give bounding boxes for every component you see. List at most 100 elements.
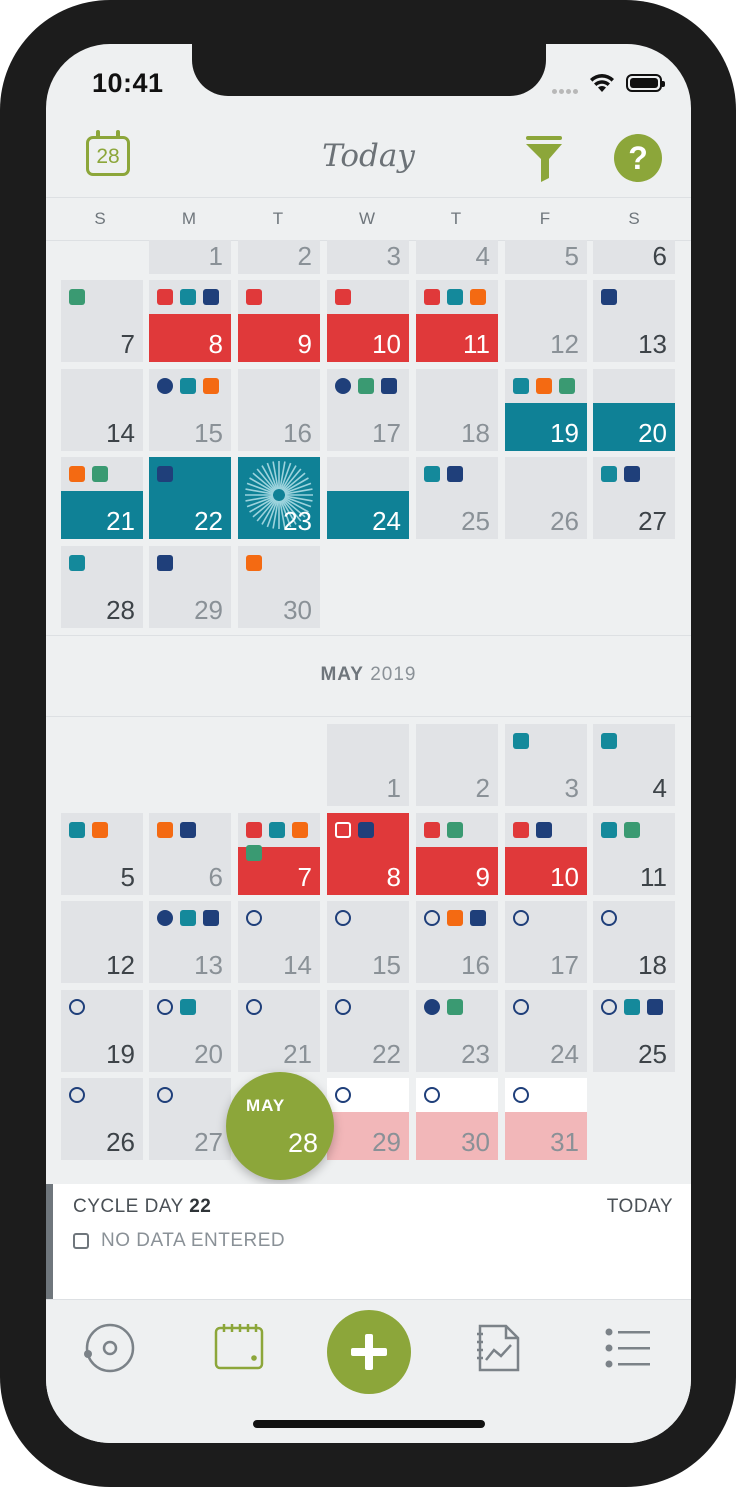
calendar-day-cell[interactable]: 3 — [327, 240, 409, 274]
weekday-label: S — [628, 209, 641, 228]
calendar-day-cell[interactable]: 28 — [61, 546, 143, 628]
checkbox-icon — [73, 1233, 89, 1249]
calendar-day-cell[interactable]: 31 — [505, 1078, 587, 1160]
calendar-day-cell[interactable]: 1 — [327, 724, 409, 806]
calendar-day-cell[interactable]: 8 — [149, 280, 231, 362]
calendar-day-cell[interactable]: 9 — [238, 280, 320, 362]
calendar-jump-button[interactable]: 28 — [86, 130, 134, 180]
teal-square-marker-icon — [69, 555, 85, 571]
calendar-day-cell[interactable]: 7 — [61, 280, 143, 362]
calendar-day-cell[interactable]: 25 — [416, 457, 498, 539]
day-markers — [157, 466, 231, 482]
calendar-day-cell[interactable]: 22 — [327, 990, 409, 1072]
calendar-day-cell[interactable]: 14 — [238, 901, 320, 983]
day-markers — [157, 822, 231, 838]
day-markers — [246, 999, 320, 1015]
calendar-day-cell[interactable]: 1 — [149, 240, 231, 274]
calendar-day-cell[interactable]: 8 — [327, 813, 409, 895]
calendar-day-cell[interactable]: 11 — [416, 280, 498, 362]
calendar-day-cell[interactable]: 21 — [238, 990, 320, 1072]
calendar-day-cell[interactable]: 25 — [593, 990, 675, 1072]
calendar-day-cell[interactable]: 13 — [149, 901, 231, 983]
calendar-day-cell[interactable]: 10 — [327, 280, 409, 362]
calendar-day-cell[interactable]: 19 — [61, 990, 143, 1072]
day-number: 6 — [208, 862, 223, 892]
day-markers — [335, 1087, 409, 1103]
calendar-day-cell[interactable]: 12 — [61, 901, 143, 983]
calendar-day-cell[interactable]: 30 — [238, 546, 320, 628]
ring-marker-icon — [513, 999, 529, 1015]
calendar-day-cell[interactable]: 17 — [327, 369, 409, 451]
calendar-day-cell[interactable]: 11 — [593, 813, 675, 895]
calendar-day-cell[interactable]: 5 — [505, 240, 587, 274]
calendar-day-cell[interactable]: 10 — [505, 813, 587, 895]
teal-square-marker-icon — [180, 378, 196, 394]
calendar-day-cell[interactable]: 16 — [238, 369, 320, 451]
calendar-day-cell[interactable]: 7 — [238, 813, 320, 895]
calendar-ring-right — [116, 130, 120, 139]
calendar-day-cell[interactable]: 3 — [505, 724, 587, 806]
calendar-day-cell[interactable]: 27 — [593, 457, 675, 539]
calendar-day-cell[interactable]: 22 — [149, 457, 231, 539]
calendar-day-cell[interactable]: 16 — [416, 901, 498, 983]
green-square-marker-icon — [447, 999, 463, 1015]
calendar-day-cell[interactable]: 29 — [149, 546, 231, 628]
cycle-day-panel[interactable]: CYCLE DAY 22 TODAY NO DATA ENTERED — [46, 1184, 691, 1299]
add-entry-button[interactable] — [327, 1310, 411, 1394]
calendar-day-cell[interactable]: 4 — [416, 240, 498, 274]
calendar-day-cell[interactable]: 20 — [593, 369, 675, 451]
calendar-day-cell[interactable]: 29 — [327, 1078, 409, 1160]
calendar-day-cell[interactable]: 18 — [593, 901, 675, 983]
day-number: 31 — [550, 1127, 579, 1157]
today-bubble[interactable]: MAY 28 — [226, 1072, 334, 1180]
day-number: 16 — [283, 418, 312, 448]
calendar-day-cell[interactable]: 2 — [238, 240, 320, 274]
day-number: 3 — [386, 241, 401, 271]
calendar-day-cell[interactable]: 2 — [416, 724, 498, 806]
calendar-day-cell[interactable]: 12 — [505, 280, 587, 362]
calendar-day-cell[interactable]: 14 — [61, 369, 143, 451]
calendar-day-cell[interactable]: 30 — [416, 1078, 498, 1160]
teal-square-marker-icon — [601, 466, 617, 482]
calendar-day-cell[interactable]: 5 — [61, 813, 143, 895]
calendar-day-cell[interactable]: 19 — [505, 369, 587, 451]
calendar-day-cell[interactable]: 21 — [61, 457, 143, 539]
list-tab-icon[interactable] — [601, 1320, 657, 1376]
charts-tab-icon[interactable] — [470, 1320, 526, 1376]
calendar-day-cell[interactable]: 17 — [505, 901, 587, 983]
calendar-day-cell[interactable]: 24 — [505, 990, 587, 1072]
calendar-day-cell[interactable]: 23 — [416, 990, 498, 1072]
calendar-day-cell[interactable]: 24 — [327, 457, 409, 539]
day-markers — [601, 822, 675, 838]
day-number: 27 — [638, 506, 667, 536]
calendar-day-cell[interactable]: 4 — [593, 724, 675, 806]
calendar-day-cell[interactable]: 26 — [505, 457, 587, 539]
calendar-day-cell[interactable]: 6 — [149, 813, 231, 895]
page-title[interactable]: Today — [246, 138, 491, 174]
calendar-day-cell[interactable]: 26 — [61, 1078, 143, 1160]
day-markers — [246, 555, 320, 571]
navy-dot-marker-icon — [335, 378, 351, 394]
calendar-day-cell[interactable]: 15 — [149, 369, 231, 451]
day-number: 4 — [475, 241, 490, 271]
calendar-day-cell[interactable]: 18 — [416, 369, 498, 451]
day-markers — [601, 466, 675, 482]
day-markers — [246, 910, 320, 926]
filter-icon[interactable] — [522, 134, 566, 184]
calendar-day-cell[interactable]: 9 — [416, 813, 498, 895]
day-number: 21 — [106, 506, 135, 536]
calendar-day-cell[interactable]: 20 — [149, 990, 231, 1072]
calendar-day-cell[interactable]: 6 — [593, 240, 675, 274]
cycle-tab-icon[interactable] — [82, 1320, 138, 1376]
help-button[interactable]: ? — [614, 134, 662, 182]
day-number: 16 — [461, 950, 490, 980]
calendar-day-cell[interactable]: 27 — [149, 1078, 231, 1160]
calendar-day-cell[interactable]: 13 — [593, 280, 675, 362]
day-number: 7 — [120, 329, 135, 359]
day-number: 9 — [297, 329, 312, 359]
teal-square-marker-icon — [180, 910, 196, 926]
calendar-day-cell[interactable]: 15 — [327, 901, 409, 983]
calendar-day-cell[interactable]: 23 — [238, 457, 320, 539]
calendar-tab-icon[interactable] — [211, 1320, 267, 1376]
navy-square-marker-icon — [381, 378, 397, 394]
